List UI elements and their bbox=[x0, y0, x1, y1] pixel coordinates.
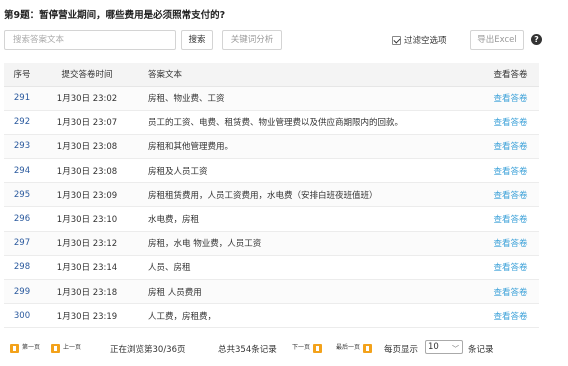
prev-page-label: 上一页 bbox=[63, 344, 82, 351]
filter-empty-toggle[interactable]: 过滤空选项 bbox=[392, 34, 447, 46]
header-view: 查看答卷 bbox=[482, 63, 539, 87]
view-answer-link[interactable]: 查看答卷 bbox=[493, 191, 527, 201]
row-number: 300 bbox=[4, 303, 40, 329]
table-row: 292 1月30日 23:07 员工的工资、电费、租赁费、物业管理费以及供应商期… bbox=[4, 110, 539, 135]
filter-checkbox[interactable] bbox=[392, 35, 401, 45]
row-number: 299 bbox=[4, 279, 40, 305]
table-row: 300 1月30日 23:19 人工费，房租费， 查看答卷 bbox=[4, 303, 539, 329]
per-page-label: 每页显示 bbox=[384, 345, 419, 355]
row-time: 1月30日 23:19 bbox=[40, 303, 134, 329]
view-answer-link[interactable]: 查看答卷 bbox=[493, 142, 527, 152]
page-status: 正在浏览第30/36页 bbox=[110, 345, 186, 355]
table-row: 291 1月30日 23:02 房租、物业费、工资 查看答卷 bbox=[4, 86, 539, 111]
first-page-icon bbox=[10, 343, 19, 353]
row-answer: 房租 人员费用 bbox=[134, 279, 482, 305]
first-page-button[interactable]: 第一页 bbox=[10, 343, 40, 353]
next-page-label: 下一页 bbox=[292, 344, 311, 351]
keyword-analysis-button[interactable]: 关键词分析 bbox=[222, 30, 282, 50]
row-answer: 房租及人员工资 bbox=[134, 158, 482, 184]
row-time: 1月30日 23:09 bbox=[40, 182, 134, 208]
row-answer: 房租租赁费用，人员工资费用，水电费（安排白班夜班值班） bbox=[134, 182, 482, 208]
row-number: 298 bbox=[4, 255, 40, 281]
header-no: 序号 bbox=[4, 63, 40, 87]
row-time: 1月30日 23:12 bbox=[40, 231, 134, 256]
table-row: 293 1月30日 23:08 房租和其他管理费用。 查看答卷 bbox=[4, 134, 539, 160]
next-page-button[interactable]: 下一页 bbox=[292, 343, 323, 353]
row-answer: 员工的工资、电费、租赁费、物业管理费以及供应商期限内的回款。 bbox=[134, 110, 482, 135]
per-page-select[interactable]: 10 ﹀ bbox=[425, 340, 463, 354]
row-time: 1月30日 23:18 bbox=[40, 279, 134, 305]
last-page-icon bbox=[363, 343, 373, 353]
view-answer-link[interactable]: 查看答卷 bbox=[493, 263, 527, 273]
export-excel-button[interactable]: 导出Excel bbox=[470, 30, 524, 50]
prev-page-icon bbox=[51, 343, 60, 353]
view-answer-link[interactable]: 查看答卷 bbox=[493, 94, 527, 104]
help-icon[interactable]: ? bbox=[531, 34, 542, 45]
view-answer-link[interactable]: 查看答卷 bbox=[493, 167, 527, 177]
view-answer-link[interactable]: 查看答卷 bbox=[493, 288, 527, 298]
per-page-suffix: 条记录 bbox=[468, 345, 494, 355]
filter-label: 过滤空选项 bbox=[404, 36, 447, 46]
row-time: 1月30日 23:02 bbox=[40, 86, 134, 111]
total-records: 总共354条记录 bbox=[218, 345, 277, 355]
pagination: 第一页 上一页 正在浏览第30/36页 总共354条记录 下一页 最后一页 每页… bbox=[10, 340, 560, 357]
row-number: 296 bbox=[4, 206, 40, 232]
view-answer-link[interactable]: 查看答卷 bbox=[493, 118, 527, 128]
row-answer: 房租，水电 物业费，人员工资 bbox=[134, 231, 482, 256]
row-number: 292 bbox=[4, 110, 40, 135]
row-answer: 人员、房租 bbox=[134, 255, 482, 281]
last-page-button[interactable]: 最后一页 bbox=[336, 343, 373, 353]
toolbar: 搜索 关键词分析 过滤空选项 导出Excel ? bbox=[4, 30, 560, 51]
row-number: 295 bbox=[4, 182, 40, 208]
last-page-label: 最后一页 bbox=[336, 344, 361, 351]
search-button[interactable]: 搜索 bbox=[181, 30, 213, 50]
header-time: 提交答卷时间 bbox=[40, 63, 134, 87]
question-title: 第9题：暂停营业期间，哪些费用是必须照常支付的? bbox=[4, 10, 226, 21]
table-row: 299 1月30日 23:18 房租 人员费用 查看答卷 bbox=[4, 279, 539, 305]
row-number: 297 bbox=[4, 231, 40, 256]
first-page-label: 第一页 bbox=[22, 344, 41, 351]
row-time: 1月30日 23:14 bbox=[40, 255, 134, 281]
row-answer: 房租、物业费、工资 bbox=[134, 86, 482, 111]
row-answer: 房租和其他管理费用。 bbox=[134, 134, 482, 160]
header-answer: 答案文本 bbox=[134, 63, 482, 87]
per-page-value: 10 bbox=[428, 342, 439, 352]
table-row: 294 1月30日 23:08 房租及人员工资 查看答卷 bbox=[4, 158, 539, 184]
row-answer: 人工费，房租费， bbox=[134, 303, 482, 329]
row-time: 1月30日 23:08 bbox=[40, 134, 134, 160]
row-time: 1月30日 23:07 bbox=[40, 110, 134, 135]
table-row: 295 1月30日 23:09 房租租赁费用，人员工资费用，水电费（安排白班夜班… bbox=[4, 182, 539, 208]
row-number: 293 bbox=[4, 134, 40, 160]
prev-page-button[interactable]: 上一页 bbox=[51, 343, 81, 353]
table-row: 296 1月30日 23:10 水电费，房租 查看答卷 bbox=[4, 206, 539, 232]
chevron-down-icon: ﹀ bbox=[452, 345, 459, 353]
next-page-icon bbox=[313, 343, 323, 353]
table-header-row: 序号 提交答卷时间 答案文本 查看答卷 bbox=[4, 63, 539, 87]
row-time: 1月30日 23:10 bbox=[40, 206, 134, 232]
view-answer-link[interactable]: 查看答卷 bbox=[493, 215, 527, 225]
row-time: 1月30日 23:08 bbox=[40, 158, 134, 184]
table-row: 298 1月30日 23:14 人员、房租 查看答卷 bbox=[4, 255, 539, 281]
view-answer-link[interactable]: 查看答卷 bbox=[493, 312, 527, 322]
row-number: 294 bbox=[4, 158, 40, 184]
view-answer-link[interactable]: 查看答卷 bbox=[493, 239, 527, 249]
search-input[interactable] bbox=[4, 30, 176, 50]
row-number: 291 bbox=[4, 86, 40, 111]
table-row: 297 1月30日 23:12 房租，水电 物业费，人员工资 查看答卷 bbox=[4, 231, 539, 256]
row-answer: 水电费，房租 bbox=[134, 206, 482, 232]
answers-table: 序号 提交答卷时间 答案文本 查看答卷 291 1月30日 23:02 房租、物… bbox=[4, 63, 539, 329]
